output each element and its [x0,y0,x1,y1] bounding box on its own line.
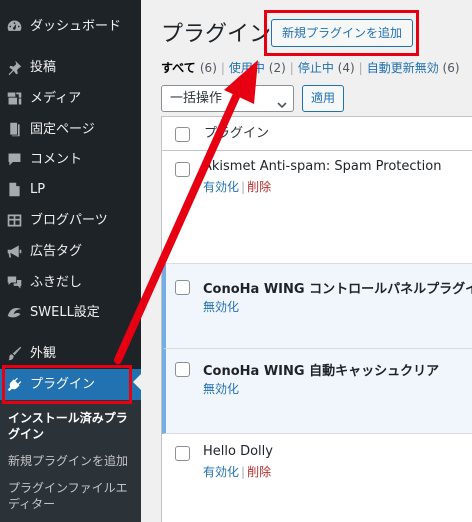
plugins-table: プラグイン Akismet Anti-spam: Spam Protection… [161,116,472,522]
row-actions: 無効化 [203,298,239,315]
page-title: プラグイン [161,22,272,47]
filter-all-count: (6) [199,61,217,75]
sidebar-item-blog-parts[interactable]: ブログパーツ [0,205,141,236]
activate-link[interactable]: 有効化 [203,465,239,479]
delete-link[interactable]: 削除 [247,465,271,479]
sidebar-item-label: ふきだし [30,275,83,290]
admin-sidebar: ダッシュボード 投稿 メディア 固定ページ コメント LP ブログパーツ 広告タ… [0,0,141,522]
sidebar-item-appearance[interactable]: 外観 [0,338,141,369]
sidebar-item-label: SWELL設定 [30,305,100,320]
page-icon [6,121,23,138]
row-checkbox[interactable] [175,362,190,377]
action-separator: | [241,465,246,479]
filter-inactive-label: 停止中 [297,61,334,75]
deactivate-link[interactable]: 無効化 [203,382,239,396]
plugin-name: Hello Dolly [203,444,273,459]
table-row: Hello Dolly 有効化 | 削除 [162,434,472,522]
sidebar-item-label: 固定ページ [30,122,95,137]
speech-bubble-icon [6,274,23,291]
sidebar-item-label: ダッシュボード [30,19,122,34]
row-actions: 有効化 | 削除 [203,463,271,480]
add-new-plugin-button[interactable]: 新規プラグインを追加 [271,19,414,47]
brush-icon [6,345,23,362]
sidebar-item-label: 投稿 [30,60,57,75]
table-row: Akismet Anti-spam: Spam Protection 有効化 | 削… [162,151,472,264]
plugin-name: ConoHa WING コントロールパネルプラグイン [203,282,472,297]
filter-active-count: (2) [268,61,286,75]
filter-inactive[interactable]: 停止中 (4) [298,61,355,75]
sidebar-item-plugins[interactable]: プラグイン [0,369,141,400]
filter-separator: | [289,61,294,75]
submenu-add-new-plugin[interactable]: 新規プラグインを追加 [8,453,138,469]
submenu-plugin-file-editor[interactable]: プラグインファイルエディター [8,480,138,512]
swell-icon [6,304,23,321]
filter-all-label: すべて [161,61,196,75]
delete-link[interactable]: 削除 [247,180,271,194]
comment-icon [6,151,23,168]
filter-all[interactable]: すべて (6) [161,61,217,75]
deactivate-link[interactable]: 無効化 [203,300,239,314]
sidebar-item-posts[interactable]: 投稿 [0,52,141,83]
sidebar-item-label: LP [30,182,46,197]
sidebar-item-ad-tags[interactable]: 広告タグ [0,236,141,267]
sidebar-item-dashboard[interactable]: ダッシュボード [0,11,141,42]
filter-active[interactable]: 使用中 (2) [229,61,286,75]
megaphone-icon [6,243,23,260]
filter-inactive-count: (4) [337,61,355,75]
sidebar-item-label: メディア [30,91,82,106]
sidebar-item-pages[interactable]: 固定ページ [0,114,141,145]
table-row: ConoHa WING 自動キャッシュクリア 無効化 [162,349,472,434]
row-actions: 有効化 | 削除 [203,178,271,195]
sidebar-item-lp[interactable]: LP [0,174,141,205]
table-icon [6,212,23,229]
row-checkbox[interactable] [175,446,190,461]
apply-button[interactable]: 適用 [302,85,345,112]
filter-auto-update-disabled[interactable]: 自動更新無効 (6) [367,61,460,75]
sidebar-item-speech-bubbles[interactable]: ふきだし [0,267,141,298]
filter-separator: | [220,61,225,75]
filter-active-label: 使用中 [228,61,265,75]
submenu-installed-plugins[interactable]: インストール済みプラグイン [8,410,138,442]
filter-separator: | [358,61,363,75]
activate-link[interactable]: 有効化 [203,180,239,194]
plugins-submenu: インストール済みプラグイン 新規プラグインを追加 プラグインファイルエディター [0,400,141,522]
column-header-plugin: プラグイン [204,126,270,141]
main-content: プラグイン 新規プラグインを追加 すべて (6) | 使用中 (2) | 停止中 (4)… [141,0,472,522]
pin-icon [6,59,23,76]
row-checkbox[interactable] [175,280,190,295]
plugin-name: ConoHa WING 自動キャッシュクリア [203,364,440,379]
dashboard-icon [6,18,23,35]
chevron-down-icon [277,94,287,109]
active-menu-pointer [133,374,141,390]
document-icon [6,181,23,198]
row-actions: 無効化 [203,380,239,397]
sidebar-item-media[interactable]: メディア [0,83,141,114]
sidebar-item-comments[interactable]: コメント [0,144,141,175]
row-checkbox[interactable] [175,162,190,177]
sidebar-item-label: コメント [30,152,83,167]
action-separator: | [241,180,246,194]
bulk-action-selected: 一括操作 [170,91,223,106]
bulk-action-select[interactable]: 一括操作 [161,85,294,112]
sidebar-item-label: 外観 [30,346,57,361]
plugin-icon [6,376,23,393]
filter-auto-update-count: (6) [442,61,460,75]
plugin-status-filters: すべて (6) | 使用中 (2) | 停止中 (4) | 自動更新無効 (6) [161,59,460,76]
table-row: ConoHa WING コントロールパネルプラグイン 無効化 [162,264,472,349]
sidebar-item-label: プラグイン [30,377,96,392]
table-header: プラグイン [162,117,472,151]
sidebar-item-swell-settings[interactable]: SWELL設定 [0,297,141,328]
plugin-name: Akismet Anti-spam: Spam Protection [203,159,442,174]
sidebar-item-label: 広告タグ [30,244,83,259]
select-all-checkbox[interactable] [175,127,190,142]
sidebar-item-label: ブログパーツ [30,213,108,228]
filter-auto-update-label: 自動更新無効 [366,61,439,75]
media-icon [6,90,23,107]
